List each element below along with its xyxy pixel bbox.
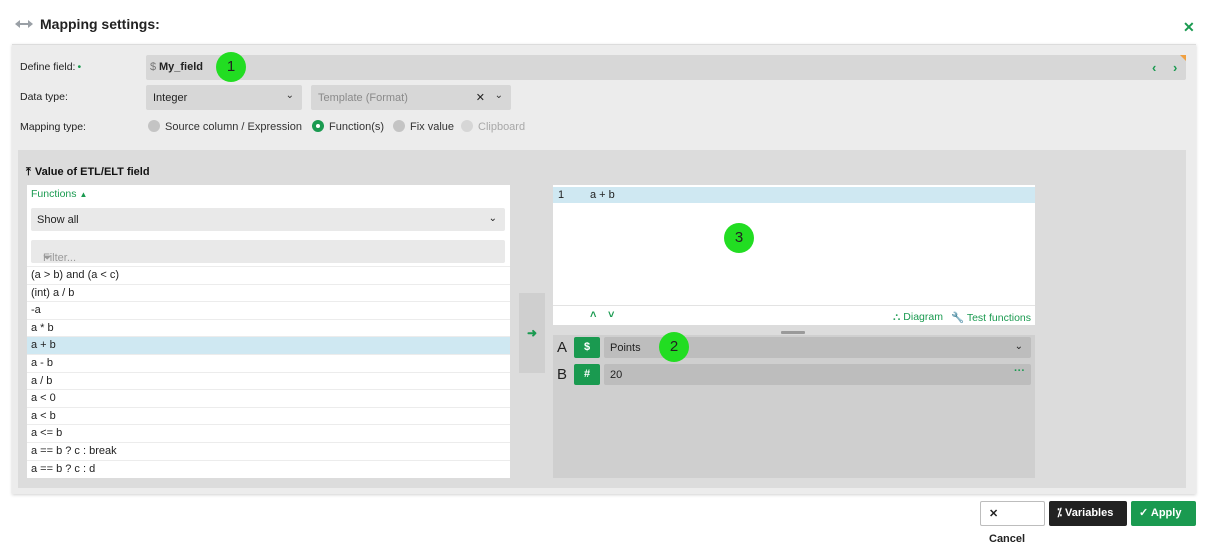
expression-editor[interactable]: 1 a + b [553, 185, 1035, 305]
annotation-badge-3: 3 [724, 223, 754, 253]
variables-icon: ⁒ [1057, 507, 1062, 519]
line-number: 1 [558, 189, 565, 201]
param-a-value: Points [610, 342, 641, 354]
param-a-type-button[interactable]: $ [574, 337, 600, 358]
chevron-down-icon: ⌄ [1014, 341, 1023, 352]
test-functions-button[interactable]: 🔧 Test functions [951, 311, 1031, 324]
functions-panel: Functions ▲ Show all ⌄ ⏷ Filter... (a > b… [27, 185, 510, 478]
radio-label: Fix value [410, 121, 455, 133]
field-name-value: My_field [159, 61, 204, 73]
etl-value-box: ⤒ Value of ETL/ELT field Functions ▲ Show… [18, 150, 1186, 488]
annotation-badge-1: 1 [216, 52, 246, 82]
mapping-settings-panel: Define field: • $ My_field ‹ › Data type:… [12, 44, 1196, 494]
radio-label: Function(s) [329, 121, 385, 133]
template-format-placeholder: Template (Format) [318, 92, 408, 104]
param-b-input[interactable]: 20 ··· [604, 364, 1031, 385]
function-parameters: A $ Points ⌄ B # 20 ··· [553, 335, 1035, 478]
data-type-value: Integer [153, 92, 188, 104]
function-list-item[interactable]: a < b [27, 406, 510, 425]
diagram-label: Diagram [903, 311, 943, 323]
function-list-item[interactable]: a + b [27, 336, 510, 354]
function-list-item[interactable]: a * b [27, 318, 510, 337]
test-functions-label: Test functions [966, 312, 1032, 324]
string-type-prefix: $ [150, 61, 157, 73]
function-list-item[interactable]: a == b ? c : d [27, 459, 510, 478]
editor-line: 1 a + b [553, 187, 1035, 203]
clear-icon[interactable]: ✕ [476, 91, 485, 104]
chevron-down-icon: ⌄ [494, 90, 503, 101]
apply-label: Apply [1150, 507, 1182, 519]
radio-circle-selected [312, 120, 324, 132]
function-list-item[interactable]: a / b [27, 371, 510, 390]
diagram-icon: ⛬ [893, 311, 901, 323]
etl-title: ⤒ Value of ETL/ELT field [26, 166, 150, 179]
radio-source-column[interactable]: Source column / Expression [148, 120, 302, 134]
editor-toolbar: ˄ ˅ ⛬ Diagram 🔧 Test functions [553, 305, 1035, 325]
close-icon[interactable]: ✕ [1183, 19, 1195, 36]
modified-indicator [1180, 55, 1186, 61]
radio-circle [461, 120, 473, 132]
diagram-button[interactable]: ⛬ Diagram [893, 311, 943, 324]
etl-title-text: Value of ETL/ELT field [34, 166, 150, 178]
arrow-right-icon: ➜ [527, 326, 538, 340]
resize-handle[interactable] [781, 331, 805, 334]
chevron-up-icon[interactable]: ˄ [590, 309, 596, 321]
function-list: (a > b) and (a < c) (int) a / b -a a * ba +… [27, 266, 510, 477]
chevron-right-icon[interactable]: › [1173, 60, 1177, 75]
function-filter-input[interactable]: ⏷ Filter... [31, 240, 505, 264]
variables-button[interactable]: ⁒ Variables [1049, 501, 1127, 526]
function-list-item[interactable]: a - b [27, 353, 510, 372]
insert-function-button[interactable]: ➜ [519, 293, 545, 373]
function-category-value: Show all [37, 214, 79, 226]
function-list-item[interactable]: -a [27, 301, 510, 319]
mapping-type-label: Mapping type: [20, 121, 86, 133]
code-text: a + b [590, 189, 615, 201]
required-mark: • [77, 61, 82, 73]
function-list-item[interactable]: a == b ? c : break [27, 441, 510, 460]
chevron-down-icon[interactable]: ˅ [608, 309, 614, 321]
close-icon: ✕ [989, 508, 999, 520]
variables-label: Variables [1065, 507, 1114, 519]
radio-functions[interactable]: Function(s) [312, 120, 384, 134]
define-field-input[interactable]: $ My_field ‹ › [146, 55, 1186, 80]
function-list-item[interactable]: a <= b [27, 424, 510, 442]
radio-fix-value[interactable]: Fix value [393, 120, 454, 134]
filter-placeholder-text: Filter... [43, 252, 77, 264]
sort-up-icon: ▲ [79, 190, 88, 199]
radio-label: Clipboard [478, 121, 526, 133]
define-field-label-text: Define field: [20, 61, 76, 73]
param-b-type-button[interactable]: # [574, 364, 600, 385]
chevron-down-icon: ⌄ [488, 213, 497, 224]
dialog-title: Mapping settings: [40, 16, 160, 32]
param-a-letter: A [557, 339, 568, 356]
function-list-item[interactable]: a < 0 [27, 389, 510, 407]
chevron-left-icon[interactable]: ‹ [1152, 60, 1156, 75]
functions-header-text: Functions [31, 188, 77, 200]
function-list-item[interactable]: (a > b) and (a < c) [27, 266, 510, 284]
dialog-title-bar: Mapping settings: ✕ [0, 0, 1208, 44]
template-format-select[interactable]: Template (Format) ✕ ⌄ [311, 85, 511, 110]
define-field-label: Define field: • [20, 61, 81, 73]
more-icon[interactable]: ··· [1014, 365, 1025, 377]
data-type-label: Data type: [20, 91, 68, 103]
function-list-item[interactable]: (int) a / b [27, 283, 510, 302]
check-icon: ✓ [1139, 507, 1149, 519]
radio-clipboard[interactable]: Clipboard [461, 120, 525, 134]
function-category-select[interactable]: Show all ⌄ [31, 208, 505, 231]
radio-circle [393, 120, 405, 132]
chevron-down-icon: ⌄ [285, 90, 294, 101]
wrench-icon: 🔧 [951, 312, 965, 324]
apply-button[interactable]: ✓ Apply [1131, 501, 1196, 526]
cancel-label: Cancel [989, 533, 1026, 545]
radio-label: Source column / Expression [165, 121, 302, 133]
functions-header[interactable]: Functions ▲ [31, 188, 87, 200]
cancel-button[interactable]: ✕ Cancel [980, 501, 1045, 545]
radio-circle [148, 120, 160, 132]
swap-arrows-icon [15, 20, 33, 28]
param-b-letter: B [557, 366, 568, 383]
collapse-up-icon[interactable]: ⤒ [26, 166, 31, 179]
param-b-value: 20 [610, 369, 623, 381]
data-type-select[interactable]: Integer ⌄ [146, 85, 302, 110]
annotation-badge-2: 2 [659, 332, 689, 362]
